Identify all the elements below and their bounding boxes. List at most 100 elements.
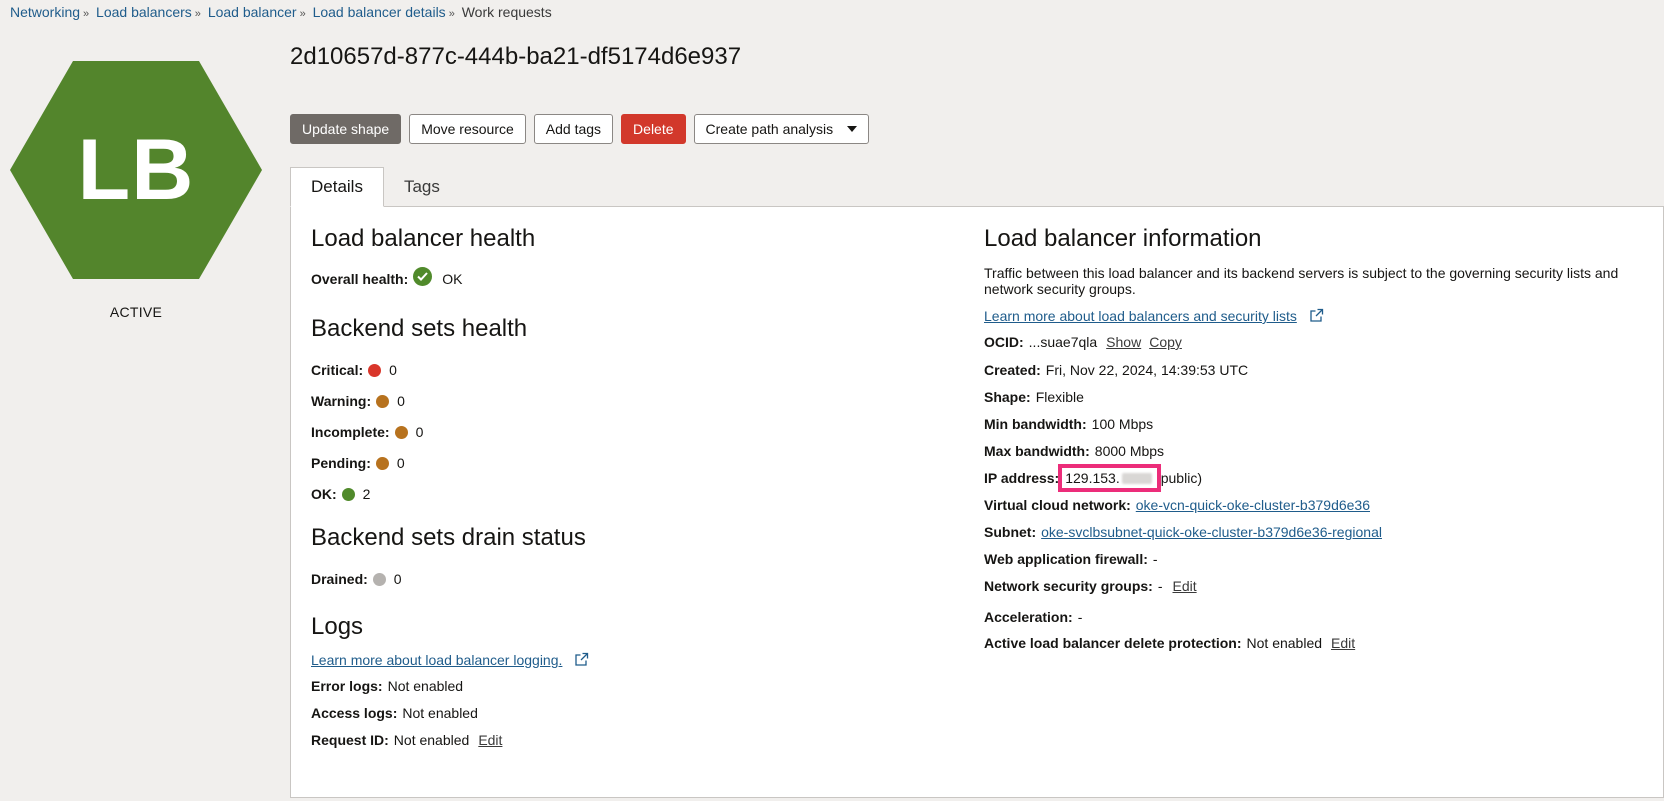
breadcrumb-separator: » [194,8,201,20]
ocid-show-link[interactable]: Show [1106,334,1141,350]
logs-learn-more-row: Learn more about load balancer logging. [311,651,589,669]
min-bandwidth-row: Min bandwidth: 100 Mbps [984,416,1153,432]
critical-value: 0 [389,362,397,378]
drained-value: 0 [393,571,402,587]
created-row: Created: Fri, Nov 22, 2024, 14:39:53 UTC [984,362,1248,378]
overall-health-row: Overall health: OK [311,267,463,288]
critical-label: Critical: [311,362,364,378]
access-logs-value: Not enabled [402,705,478,721]
nsg-label: Network security groups: [984,578,1153,594]
ocid-copy-link[interactable]: Copy [1149,334,1182,350]
breadcrumb-load-balancer-details[interactable]: Load balancer details [313,4,446,20]
breadcrumb-separator: » [448,8,455,20]
critical-status-icon [368,363,382,377]
delete-protection-label: Active load balancer delete protection: [984,635,1242,651]
vcn-link[interactable]: oke-vcn-quick-oke-cluster-b379d6e36 [1136,497,1370,513]
ocid-label: OCID: [984,334,1024,350]
incomplete-label: Incomplete: [311,424,390,440]
shape-value: Flexible [1035,389,1084,405]
shape-row: Shape: Flexible [984,389,1084,405]
min-bandwidth-label: Min bandwidth: [984,416,1087,432]
drained-status-icon [372,572,386,586]
overall-health-label: Overall health: [311,270,409,287]
tab-tags[interactable]: Tags [384,167,460,207]
incomplete-status-icon [394,425,408,439]
breadcrumb: Networking» Load balancers» Load balance… [10,4,552,20]
delete-button[interactable]: Delete [621,114,686,144]
ocid-value: ...suae7qla [1028,334,1098,350]
waf-value: - [1152,551,1158,567]
external-link-icon[interactable] [1309,308,1324,326]
ip-address-highlight: 129.153. [1058,464,1161,492]
pending-label: Pending: [311,455,371,471]
details-panel: Load balancer health Overall health: OK … [290,206,1664,798]
learn-more-security-lists-link[interactable]: Learn more about load balancers and secu… [984,308,1297,324]
page-title: 2d10657d-877c-444b-ba21-df5174d6e937 [290,43,742,70]
shape-label: Shape: [984,389,1031,405]
breadcrumb-separator: » [299,8,306,20]
error-logs-row: Error logs: Not enabled [311,678,463,694]
vcn-label: Virtual cloud network: [984,497,1131,513]
incomplete-value: 0 [415,424,424,440]
external-link-icon[interactable] [574,652,589,670]
ip-address-label: IP address: [984,470,1060,486]
logs-heading: Logs [311,613,364,640]
acceleration-value: - [1077,609,1083,625]
ok-label: OK: [311,486,337,502]
ok-status-icon [341,487,355,501]
delete-protection-row: Active load balancer delete protection: … [984,635,1355,651]
warning-row: Warning: 0 [311,393,405,409]
created-value: Fri, Nov 22, 2024, 14:39:53 UTC [1045,362,1249,378]
access-logs-row: Access logs: Not enabled [311,705,478,721]
breadcrumb-load-balancer[interactable]: Load balancer [208,4,297,20]
ip-address-visibility: public) [1160,470,1202,486]
max-bandwidth-value: 8000 Mbps [1094,443,1165,459]
breadcrumb-load-balancers[interactable]: Load balancers [96,4,192,20]
critical-row: Critical: 0 [311,362,397,378]
drained-label: Drained: [311,571,368,587]
error-logs-value: Not enabled [387,678,464,694]
drained-row: Drained: 0 [311,571,402,587]
backend-sets-drain-heading: Backend sets drain status [311,524,586,551]
tab-details[interactable]: Details [290,167,384,207]
breadcrumb-networking[interactable]: Networking [10,4,80,20]
update-shape-button[interactable]: Update shape [290,114,402,144]
load-balancer-information-heading: Load balancer information [984,225,1262,252]
pending-row: Pending: 0 [311,455,405,471]
nsg-row: Network security groups: - Edit [984,578,1197,594]
ip-address-value: 129.153. [1065,470,1120,486]
overall-health-value: OK [442,270,463,287]
warning-status-icon [376,394,390,408]
learn-more-logging-link[interactable]: Learn more about load balancer logging. [311,652,562,668]
pending-status-icon [375,456,389,470]
nsg-edit-link[interactable]: Edit [1173,578,1197,594]
chevron-down-icon [847,126,858,132]
request-id-edit-link[interactable]: Edit [478,732,502,748]
security-description: Traffic between this load balancer and i… [984,265,1619,297]
redacted-ip-segment [1121,472,1152,484]
subnet-row: Subnet: oke-svclbsubnet-quick-oke-cluste… [984,524,1382,540]
vcn-row: Virtual cloud network: oke-vcn-quick-oke… [984,497,1370,513]
move-resource-button[interactable]: Move resource [409,114,526,144]
ocid-row: OCID: ...suae7qla Show Copy [984,334,1182,350]
ok-value: 2 [362,486,371,502]
warning-label: Warning: [311,393,372,409]
create-path-analysis-button[interactable]: Create path analysis [693,114,870,144]
ok-row: OK: 2 [311,486,370,502]
ip-address-row: IP address: 129.153. public) [984,464,1202,492]
create-path-analysis-label: Create path analysis [705,121,834,137]
acceleration-row: Acceleration: - [984,609,1082,625]
backend-sets-health-heading: Backend sets health [311,315,528,342]
add-tags-button[interactable]: Add tags [533,114,614,144]
request-id-row: Request ID: Not enabled Edit [311,732,502,748]
nsg-value: - [1157,578,1163,594]
request-id-value: Not enabled [393,732,470,748]
error-logs-label: Error logs: [311,678,383,694]
resource-emblem: LB [10,61,262,279]
incomplete-row: Incomplete: 0 [311,424,423,440]
info-learn-more-row: Learn more about load balancers and secu… [984,307,1324,325]
subnet-link[interactable]: oke-svclbsubnet-quick-oke-cluster-b379d6… [1041,524,1382,540]
tab-bar: Details Tags [290,167,460,207]
delete-protection-edit-link[interactable]: Edit [1331,635,1355,651]
access-logs-label: Access logs: [311,705,398,721]
